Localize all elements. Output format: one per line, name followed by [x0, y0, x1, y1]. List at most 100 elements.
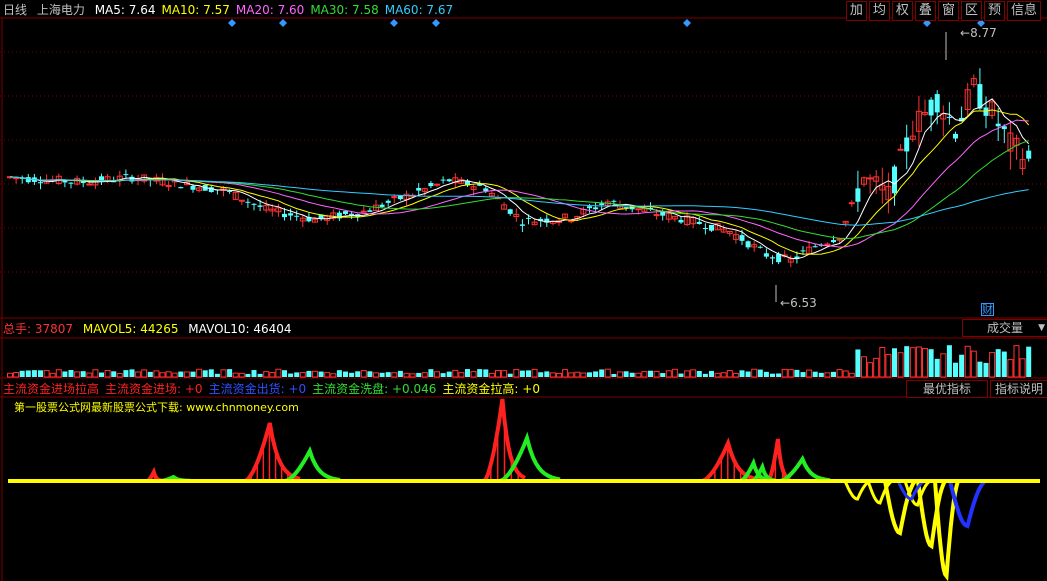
- volume-bar-down: [611, 373, 617, 377]
- indicator-label-1: 主流资金进场: +0: [105, 382, 203, 396]
- toolbar-button-6[interactable]: 预: [983, 1, 1005, 21]
- volume-bar-up: [153, 370, 160, 378]
- toolbar-button-5[interactable]: 区: [960, 1, 982, 21]
- candle-body-down: [904, 137, 910, 152]
- indicator-label-4: 主流资金拉高: +0: [442, 382, 540, 396]
- candle-body-down: [343, 211, 348, 214]
- candle-body-up: [434, 183, 440, 186]
- volume-bar-up: [714, 372, 721, 378]
- volume-bar-down: [763, 371, 769, 377]
- candle-body-down: [800, 250, 806, 252]
- toolbar-button-4[interactable]: 窗: [937, 1, 959, 21]
- toolbar-button-7[interactable]: 信息: [1006, 1, 1041, 21]
- volume-bar-down: [38, 370, 43, 377]
- volume-bar-down: [343, 371, 348, 377]
- volume-bar-down: [928, 349, 934, 377]
- volume-bar-down: [507, 373, 513, 377]
- volume-bar-down: [678, 373, 684, 377]
- toolbar-button-3[interactable]: 叠: [914, 1, 936, 21]
- mainforce-entry-curve: [243, 422, 301, 483]
- volume-bar-down: [251, 370, 257, 377]
- signal-diamond-icon: [279, 19, 287, 27]
- finance-marker[interactable]: 财: [981, 303, 994, 316]
- candle-body-down: [178, 187, 184, 189]
- candle-body-down: [946, 116, 952, 118]
- volume-bar-up: [434, 371, 440, 378]
- toolbar-button-2[interactable]: 权: [891, 1, 913, 21]
- distribution-curve: [883, 479, 917, 537]
- volume-bar-up: [501, 370, 508, 378]
- ma-label-4: MA60: 7.67: [384, 3, 454, 17]
- candle-body-down: [770, 257, 775, 259]
- volume-selector[interactable]: 成交量 ▼: [962, 319, 1047, 337]
- volume-bar-up: [732, 372, 739, 378]
- candle-body-down: [757, 246, 763, 248]
- volume-bar-down: [318, 371, 324, 377]
- signal-diamond-icon: [390, 19, 398, 27]
- volume-bar-down: [831, 371, 836, 377]
- volume-bar-up: [141, 369, 148, 378]
- volume-bar-up: [324, 372, 331, 378]
- candle-body-up: [635, 208, 642, 211]
- stock-name: 上海电力: [36, 3, 85, 17]
- best-indicator-button[interactable]: 最优指标: [906, 380, 988, 398]
- candle-body-down: [587, 206, 592, 209]
- volume-bar-up: [269, 372, 276, 378]
- candle-body-down: [745, 241, 751, 248]
- volume-bar-down: [483, 369, 489, 377]
- volume-bar-down: [934, 358, 940, 377]
- high-price-value: 8.77: [970, 26, 997, 40]
- volume-bar-down: [1026, 346, 1032, 377]
- volume-mavol10: MAVOL10: 46404: [188, 322, 292, 336]
- volume-bar-down: [648, 370, 653, 377]
- volume-bar-up: [403, 372, 410, 378]
- volume-bar-down: [257, 373, 263, 377]
- indicator-label-0: 主流资金进场拉高: [3, 382, 100, 396]
- indicator-explain-button[interactable]: 指标说明: [990, 380, 1047, 398]
- candle-body-down: [129, 176, 135, 182]
- volume-bar-up: [671, 368, 678, 378]
- volume-bar-up: [171, 372, 178, 378]
- volume-bar-up: [873, 357, 880, 378]
- volume-bar-up: [104, 369, 111, 378]
- volume-bar-down: [428, 369, 434, 377]
- candle-body-down: [288, 213, 294, 216]
- volume-bar-up: [885, 353, 892, 378]
- candle-body-down: [257, 205, 263, 207]
- volume-bar-up: [55, 369, 62, 378]
- volume-bar-up: [922, 347, 928, 378]
- volume-bar-up: [842, 370, 849, 378]
- volume-bar-down: [227, 369, 233, 377]
- volume-bar-down: [696, 370, 702, 377]
- volume-bar-down: [812, 371, 818, 377]
- watermark-text: 第一股票公式网最新股票公式下载: www.chnmoney.com: [14, 401, 299, 414]
- toolbar: 加均权叠窗区预信息: [844, 1, 1041, 21]
- candle-body-down: [739, 235, 745, 241]
- volume-bar-down: [397, 370, 403, 377]
- ma-label-2: MA20: 7.60: [235, 3, 305, 17]
- high-price-label: ←8.77: [960, 26, 997, 40]
- toolbar-button-1[interactable]: 均: [868, 1, 890, 21]
- volume-bar-down: [702, 373, 708, 377]
- candle-body-down: [702, 227, 708, 230]
- candle-body-down: [282, 213, 287, 218]
- candle-body-down: [928, 99, 934, 116]
- volume-bar-up: [299, 372, 306, 378]
- volume-bar-up: [848, 372, 855, 378]
- toolbar-button-0[interactable]: 加: [845, 1, 867, 21]
- volume-bar-down: [379, 372, 385, 377]
- signal-diamond-icon: [432, 19, 440, 27]
- candle-body-down: [776, 253, 782, 263]
- candle-body-down: [25, 177, 31, 183]
- volume-bar-up: [781, 368, 788, 378]
- volume-bar-up: [421, 372, 428, 378]
- volume-bar-down: [757, 369, 763, 377]
- volume-bar-up: [165, 371, 172, 378]
- candle-body-down: [678, 219, 684, 223]
- volume-bar-down: [68, 370, 74, 377]
- volume-selector-label: 成交量: [986, 321, 1023, 335]
- candle-body-down: [831, 240, 836, 243]
- volume-bar-down: [282, 370, 287, 377]
- candle-body-down: [526, 217, 531, 219]
- washout-curve: [779, 454, 831, 483]
